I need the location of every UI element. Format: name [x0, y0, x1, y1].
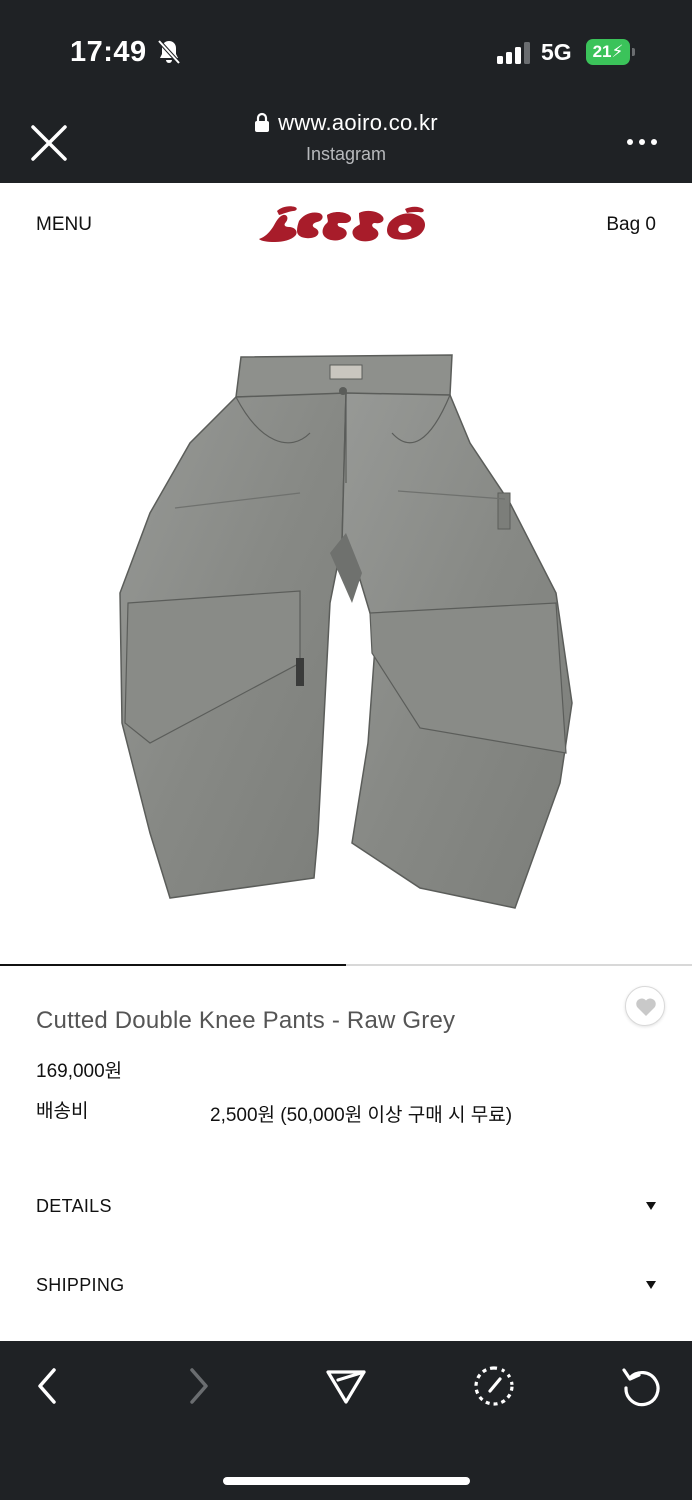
- product-image[interactable]: [0, 273, 692, 963]
- accordion-label: SHIPPING: [36, 1275, 125, 1295]
- home-indicator[interactable]: [223, 1477, 470, 1485]
- shipping-label: 배송비: [36, 1101, 89, 1122]
- browser-chrome: 17:49 5G 21⚡ www.aoiro.co.kr Instagram: [0, 0, 692, 183]
- lock-icon: [255, 112, 270, 132]
- url-text: www.aoiro.co.kr: [278, 110, 438, 135]
- network-type: 5G: [541, 39, 572, 65]
- image-slider-progress: [0, 964, 346, 966]
- forward-icon[interactable]: [176, 1364, 220, 1408]
- caret-down-icon: [646, 1202, 656, 1210]
- battery-charging-icon: 21⚡: [586, 39, 636, 65]
- url-subtitle: Instagram: [305, 144, 387, 164]
- speed-icon[interactable]: [472, 1364, 516, 1408]
- reload-icon[interactable]: [620, 1364, 664, 1408]
- shipping-value: 2,500원 (50,000원 이상 구매 시 무료): [210, 1105, 513, 1126]
- accordion-label: DETAILS: [36, 1196, 112, 1216]
- caret-down-icon: [646, 1281, 656, 1289]
- accordion-shipping[interactable]: SHIPPING: [0, 1257, 692, 1317]
- status-time: 17:49: [70, 36, 147, 68]
- heart-icon: [636, 998, 656, 1016]
- wishlist-button[interactable]: [625, 986, 665, 1026]
- more-icon[interactable]: [624, 132, 664, 152]
- site-header: MENU Bag 0: [0, 183, 692, 273]
- menu-button[interactable]: MENU: [36, 214, 92, 236]
- bag-button[interactable]: Bag 0: [606, 214, 656, 236]
- battery-level: 21: [592, 42, 612, 61]
- address-bar[interactable]: www.aoiro.co.kr Instagram: [0, 110, 692, 165]
- back-icon[interactable]: [26, 1364, 70, 1408]
- share-icon[interactable]: [324, 1364, 368, 1408]
- accordion-details[interactable]: DETAILS: [0, 1178, 692, 1238]
- product-price: 169,000원: [36, 1061, 123, 1082]
- product-title: Cutted Double Knee Pants - Raw Grey: [36, 1007, 456, 1034]
- bell-slash-icon: [157, 39, 181, 65]
- signal-icon: [497, 42, 530, 64]
- brand-logo[interactable]: [255, 201, 437, 249]
